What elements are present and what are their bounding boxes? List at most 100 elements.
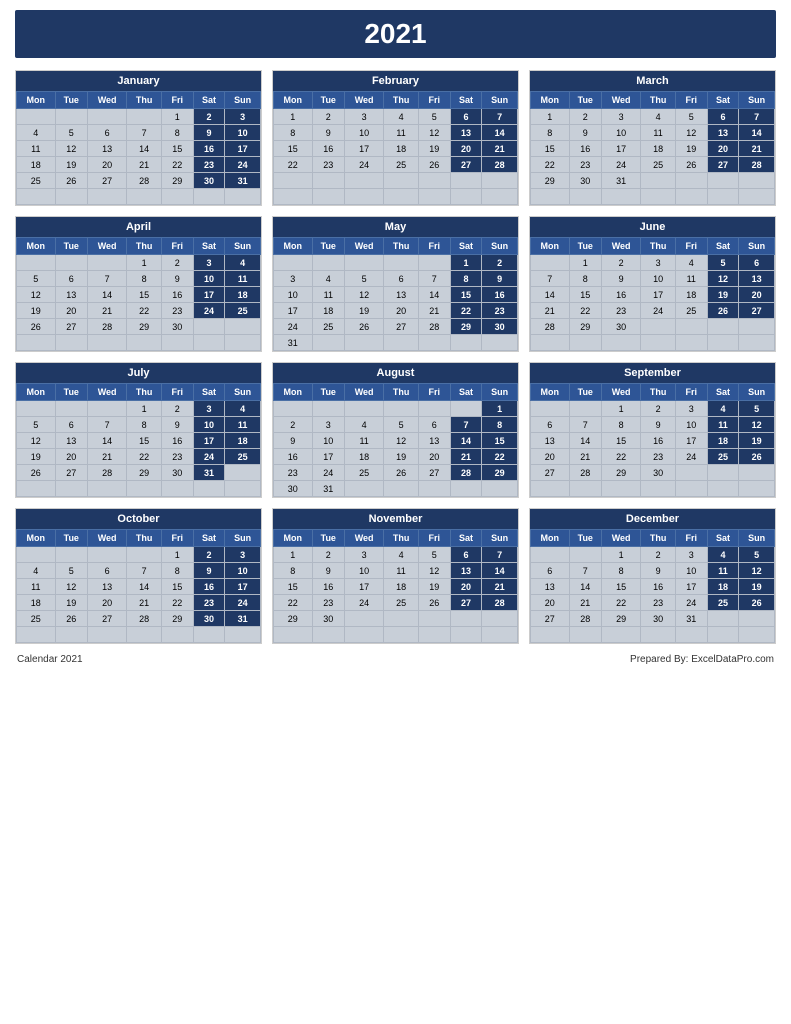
day-cell: 13 [87, 141, 126, 157]
day-cell: 2 [312, 547, 344, 563]
week-row: 31 [274, 335, 518, 351]
day-cell [641, 173, 676, 189]
day-cell [739, 319, 775, 335]
day-header-wed: Wed [87, 384, 126, 401]
day-cell: 12 [17, 433, 56, 449]
day-cell: 26 [675, 157, 707, 173]
day-cell [675, 173, 707, 189]
day-cell: 22 [450, 303, 482, 319]
day-cell: 8 [127, 271, 162, 287]
day-cell [482, 611, 518, 627]
day-header-sat: Sat [193, 92, 225, 109]
day-cell: 19 [55, 595, 87, 611]
day-cell: 23 [161, 449, 193, 465]
day-cell [482, 481, 518, 497]
day-cell: 27 [55, 319, 87, 335]
day-cell: 12 [707, 271, 739, 287]
day-cell: 16 [482, 287, 518, 303]
day-cell: 27 [87, 173, 126, 189]
day-cell [601, 627, 640, 643]
month-table-october: MonTueWedThuFriSatSun1234567891011121314… [16, 529, 261, 643]
day-cell [312, 173, 344, 189]
day-cell [87, 401, 126, 417]
week-row [17, 627, 261, 643]
day-cell: 14 [569, 579, 601, 595]
day-cell [17, 335, 56, 351]
day-cell: 1 [127, 255, 162, 271]
day-cell: 18 [707, 579, 739, 595]
day-cell [384, 173, 419, 189]
week-row: 15161718192021 [274, 141, 518, 157]
day-cell: 13 [531, 433, 570, 449]
day-cell: 31 [601, 173, 640, 189]
day-cell: 11 [225, 417, 261, 433]
day-cell [312, 627, 344, 643]
day-cell: 1 [274, 547, 313, 563]
day-header-thu: Thu [127, 238, 162, 255]
day-cell: 28 [569, 465, 601, 481]
day-cell: 27 [531, 611, 570, 627]
day-header-sun: Sun [225, 238, 261, 255]
week-row: 10111213141516 [274, 287, 518, 303]
day-cell [450, 611, 482, 627]
day-cell: 22 [274, 157, 313, 173]
day-cell [531, 627, 570, 643]
day-cell: 30 [641, 611, 676, 627]
day-cell: 16 [312, 579, 344, 595]
day-cell: 14 [482, 125, 518, 141]
day-cell: 7 [127, 563, 162, 579]
day-cell [707, 189, 739, 205]
week-row: 22232425262728 [274, 157, 518, 173]
day-header-sun: Sun [482, 384, 518, 401]
day-header-thu: Thu [641, 384, 676, 401]
day-header-sun: Sun [225, 92, 261, 109]
month-title-july: July [16, 363, 261, 383]
week-row: 20212223242526 [531, 449, 775, 465]
day-header-tue: Tue [569, 92, 601, 109]
day-cell: 15 [274, 579, 313, 595]
day-cell: 7 [418, 271, 450, 287]
day-cell: 21 [127, 595, 162, 611]
day-header-sun: Sun [739, 92, 775, 109]
day-cell [344, 627, 383, 643]
day-cell: 21 [482, 141, 518, 157]
day-cell: 9 [312, 563, 344, 579]
day-cell: 27 [384, 319, 419, 335]
week-row: 20212223242526 [531, 595, 775, 611]
day-cell: 28 [418, 319, 450, 335]
day-cell: 30 [193, 611, 225, 627]
day-cell [418, 627, 450, 643]
day-cell: 14 [127, 579, 162, 595]
day-header-fri: Fri [418, 92, 450, 109]
day-header-fri: Fri [161, 530, 193, 547]
day-header-tue: Tue [312, 238, 344, 255]
day-cell: 7 [482, 547, 518, 563]
day-cell: 4 [17, 563, 56, 579]
day-cell [193, 627, 225, 643]
day-cell: 22 [127, 449, 162, 465]
day-cell: 16 [601, 287, 640, 303]
day-cell: 31 [675, 611, 707, 627]
day-cell [675, 189, 707, 205]
day-cell: 8 [161, 125, 193, 141]
day-cell: 14 [450, 433, 482, 449]
day-cell: 4 [384, 109, 419, 125]
day-cell [482, 335, 518, 351]
day-cell: 22 [601, 449, 640, 465]
day-cell [87, 255, 126, 271]
day-header-thu: Thu [384, 384, 419, 401]
day-cell: 10 [344, 563, 383, 579]
month-block-september: SeptemberMonTueWedThuFriSatSun1234567891… [529, 362, 776, 498]
day-cell [531, 255, 570, 271]
day-cell: 30 [193, 173, 225, 189]
month-title-december: December [530, 509, 775, 529]
day-cell: 19 [17, 303, 56, 319]
day-cell: 3 [675, 401, 707, 417]
day-cell: 24 [193, 449, 225, 465]
day-cell: 11 [17, 579, 56, 595]
day-header-wed: Wed [87, 530, 126, 547]
day-cell: 19 [739, 433, 775, 449]
day-cell: 2 [312, 109, 344, 125]
day-cell [344, 189, 383, 205]
day-cell [531, 401, 570, 417]
